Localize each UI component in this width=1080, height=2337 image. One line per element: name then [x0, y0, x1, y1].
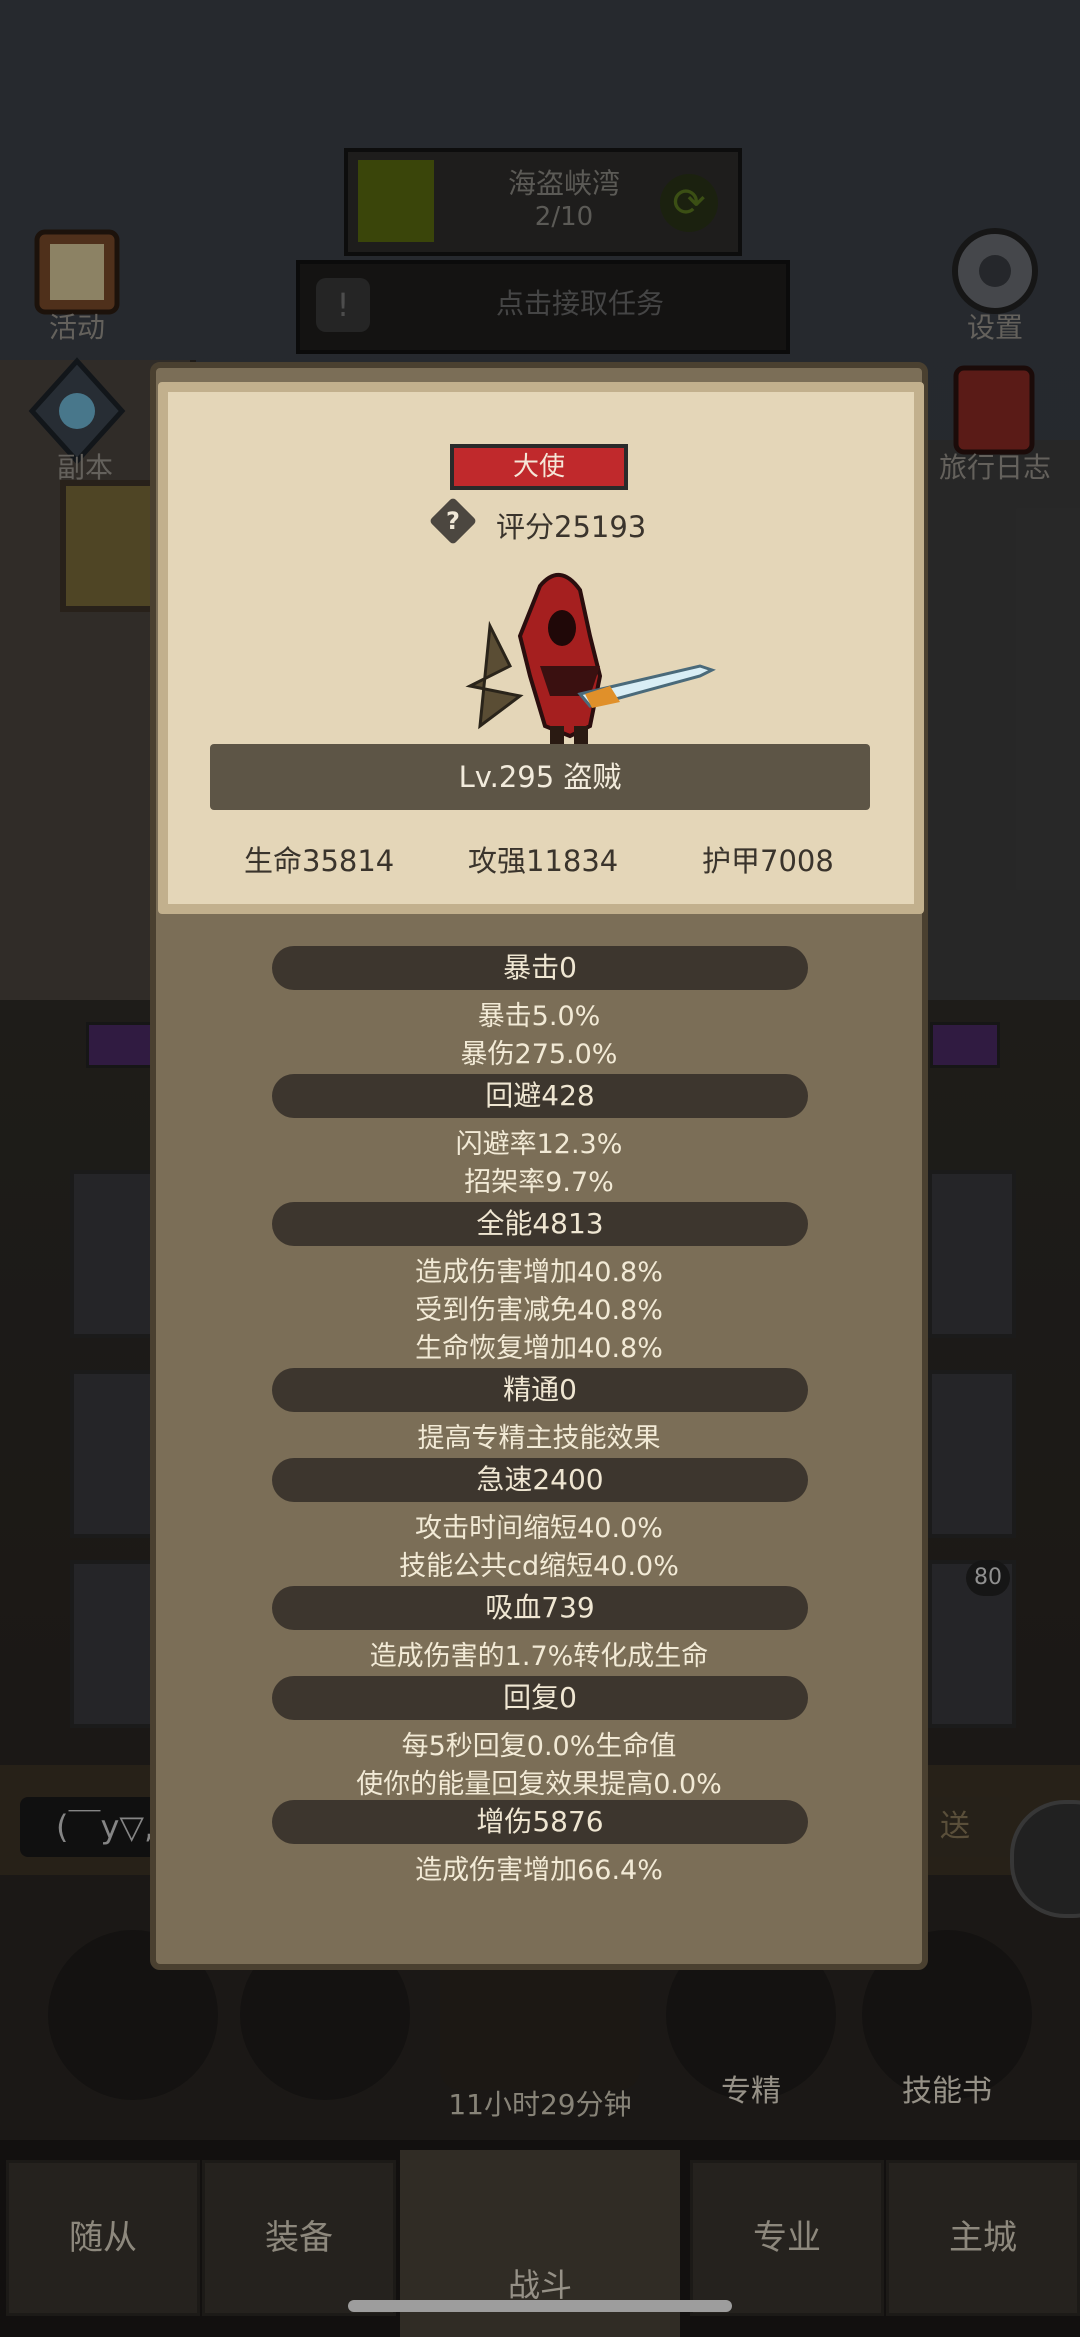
stat-detail: 招架率9.7% [464, 1167, 614, 1198]
stat-detail: 每5秒回复0.0%生命值 [401, 1731, 677, 1762]
stat-detail: 暴击5.0% [477, 1001, 601, 1032]
stat-detail: 提高专精主技能效果 [417, 1423, 661, 1454]
stat-detail: 技能公共cd缩短40.0% [399, 1551, 679, 1582]
stat-detail: 造成伤害增加66.4% [415, 1855, 663, 1886]
attack-stat: 攻强11834 [468, 844, 619, 878]
stat-group-header: 回复0 [272, 1676, 808, 1720]
stat-group-header: 吸血739 [272, 1586, 808, 1630]
stat-group-header: 暴击0 [272, 946, 808, 990]
stat-group-header: 回避428 [272, 1074, 808, 1118]
hp-stat: 生命35814 [244, 844, 395, 878]
stat-group-header: 全能4813 [272, 1202, 808, 1246]
stat-detail: 受到伤害减免40.8% [415, 1295, 663, 1326]
armor-stat: 护甲7008 [702, 844, 834, 878]
stat-group-header: 精通0 [272, 1368, 808, 1412]
stat-detail: 暴伤275.0% [460, 1039, 618, 1070]
stat-group-header: 增伤5876 [272, 1800, 808, 1844]
hero-name-level: Lv.295 盗贼 [210, 744, 870, 810]
hero-sprite [465, 573, 716, 748]
stat-detail: 攻击时间缩短40.0% [415, 1513, 663, 1544]
stat-detail: 使你的能量回复效果提高0.0% [356, 1769, 722, 1800]
stat-group-header: 急速2400 [272, 1458, 808, 1502]
stat-detail: 造成伤害增加40.8% [415, 1257, 663, 1288]
stat-detail: 闪避率12.3% [455, 1129, 623, 1160]
stat-detail: 生命恢复增加40.8% [415, 1333, 663, 1364]
rank-badge: 大使 [450, 444, 628, 490]
score-text: 评分25193 [496, 510, 647, 544]
help-icon[interactable]: ? [436, 502, 470, 540]
score-row: ? 评分25193 [428, 496, 696, 546]
stat-detail: 造成伤害的1.7%转化成生命 [369, 1641, 709, 1672]
